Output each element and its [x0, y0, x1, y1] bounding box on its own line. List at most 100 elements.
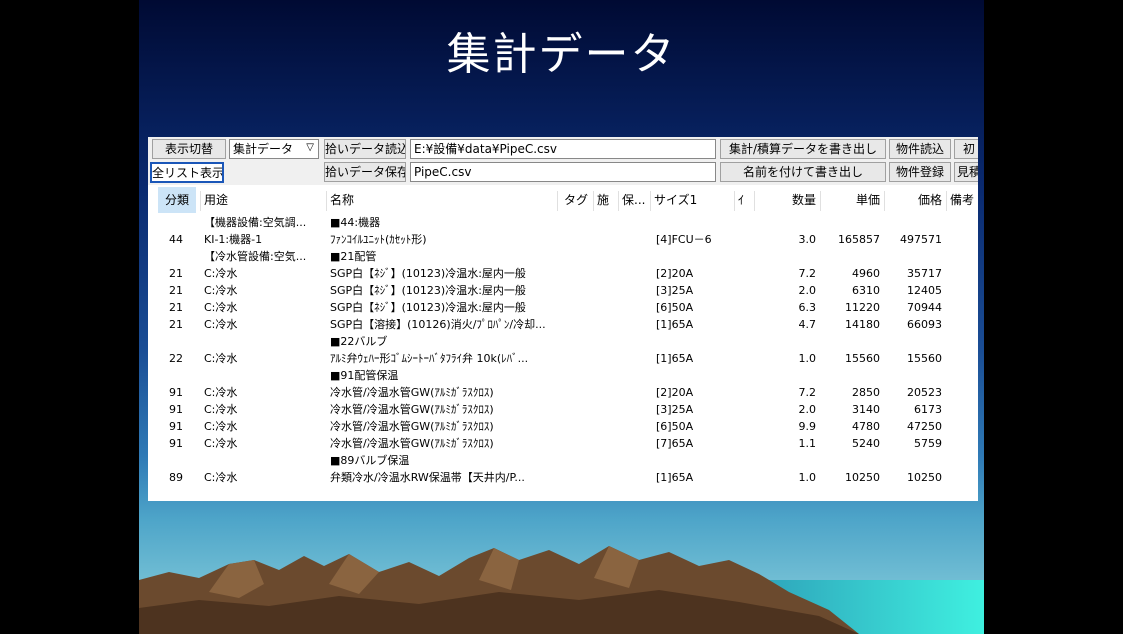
- table-row[interactable]: 91 C:冷水 冷水管/冷温水管GW(ｱﾙﾐｶﾞﾗｽｸﾛｽ) [6]50A 9.…: [148, 418, 978, 435]
- view-select[interactable]: 集計データ ▽: [229, 139, 319, 159]
- save-as-button[interactable]: 名前を付けて書き出し: [720, 162, 886, 182]
- cell-size: [3]25A: [656, 284, 694, 297]
- cell-use: C:冷水: [204, 318, 238, 331]
- cell-name: 冷水管/冷温水管GW(ｱﾙﾐｶﾞﾗｽｸﾛｽ): [330, 386, 494, 399]
- cell-category: 21: [169, 284, 183, 297]
- cell-unit-price: 10250: [845, 471, 880, 484]
- table-row[interactable]: 【冷水管設備:空気... ■21配管: [148, 248, 978, 265]
- estimate-button[interactable]: 見積: [954, 162, 978, 182]
- cell-use: [204, 452, 324, 469]
- property-register-button[interactable]: 物件登録: [889, 162, 951, 182]
- column-header-unit-price[interactable]: 単価: [822, 187, 880, 213]
- column-header-construction[interactable]: 施: [597, 187, 617, 213]
- table-row[interactable]: ■91配管保温: [148, 367, 978, 384]
- full-list-button[interactable]: 全リスト表示: [150, 162, 224, 183]
- write-data-button[interactable]: 集計/積算データを書き出し: [720, 139, 886, 159]
- table-row[interactable]: 21 C:冷水 SGP白【ﾈｼﾞ】(10123)冷温水:屋内一般 [3]25A …: [148, 282, 978, 299]
- column-header-tag[interactable]: タグ: [564, 187, 590, 213]
- column-divider[interactable]: [754, 191, 755, 211]
- table-row[interactable]: 21 C:冷水 SGP白【溶接】(10126)消火/ﾌﾟﾛﾊﾟﾝ/冷却... […: [148, 316, 978, 333]
- save-data-button[interactable]: 拾いデータ保存: [324, 162, 406, 182]
- cell-unit-price: 5240: [852, 437, 880, 450]
- cell-unit-price: [822, 248, 880, 265]
- column-header-notes[interactable]: 備考: [950, 187, 978, 213]
- column-header-extra[interactable]: ｲ: [738, 187, 748, 213]
- table-row[interactable]: 44 KI-1:機器-1 ﾌｧﾝｺｲﾙﾕﾆｯﾄ(ｶｾｯﾄ形) [4]FCU－6 …: [148, 231, 978, 248]
- cell-size: [2]20A: [656, 386, 694, 399]
- cell-price: 20523: [907, 386, 942, 399]
- column-header-name[interactable]: 名称: [330, 187, 550, 213]
- property-load-button[interactable]: 物件読込: [889, 139, 951, 159]
- cell-price: 35717: [907, 267, 942, 280]
- cell-category: 91: [169, 420, 183, 433]
- column-header-category[interactable]: 分類: [158, 187, 196, 213]
- cell-quantity: 6.3: [798, 301, 817, 314]
- cell-category: 21: [169, 267, 183, 280]
- column-header-quantity[interactable]: 数量: [758, 187, 816, 213]
- cell-price: 5759: [914, 437, 942, 450]
- cell-name: ■22バルブ: [330, 335, 388, 348]
- table-row[interactable]: 21 C:冷水 SGP白【ﾈｼﾞ】(10123)冷温水:屋内一般 [2]20A …: [148, 265, 978, 282]
- cell-size: [6]50A: [656, 420, 694, 433]
- table-row[interactable]: 91 C:冷水 冷水管/冷温水管GW(ｱﾙﾐｶﾞﾗｽｸﾛｽ) [7]65A 1.…: [148, 435, 978, 452]
- cell-quantity: 4.7: [798, 318, 817, 331]
- table-row[interactable]: 21 C:冷水 SGP白【ﾈｼﾞ】(10123)冷温水:屋内一般 [6]50A …: [148, 299, 978, 316]
- cell-quantity: 1.0: [798, 352, 817, 365]
- column-divider[interactable]: [650, 191, 651, 211]
- cell-use: [204, 333, 324, 350]
- chevron-down-icon: ▽: [306, 142, 314, 153]
- cell-quantity: 9.9: [798, 420, 817, 433]
- cell-unit-price: [822, 367, 880, 384]
- cell-size: [656, 248, 732, 265]
- cell-name: SGP白【ﾈｼﾞ】(10123)冷温水:屋内一般: [330, 284, 526, 297]
- load-path-field[interactable]: E:¥設備¥data¥PipeC.csv: [410, 139, 716, 159]
- cell-name: ■89バルブ保温: [330, 454, 410, 467]
- column-divider[interactable]: [884, 191, 885, 211]
- load-data-button[interactable]: 拾いデータ読込: [324, 139, 406, 159]
- cell-quantity: [758, 333, 816, 350]
- data-grid[interactable]: 分類 用途 名称 タグ 施 保... サイズ1 ｲ 数量 単価 価格 備考 【機…: [148, 187, 978, 501]
- column-header-insulation[interactable]: 保...: [622, 187, 650, 213]
- cell-name: SGP白【ﾈｼﾞ】(10123)冷温水:屋内一般: [330, 301, 526, 314]
- column-divider[interactable]: [734, 191, 735, 211]
- cell-category: 22: [169, 352, 183, 365]
- column-divider[interactable]: [200, 191, 201, 211]
- cell-unit-price: 11220: [845, 301, 880, 314]
- column-header-size1[interactable]: サイズ1: [654, 187, 730, 213]
- table-row[interactable]: 91 C:冷水 冷水管/冷温水管GW(ｱﾙﾐｶﾞﾗｽｸﾛｽ) [3]25A 2.…: [148, 401, 978, 418]
- column-divider[interactable]: [593, 191, 594, 211]
- init-button[interactable]: 初: [954, 139, 978, 159]
- column-header-price[interactable]: 価格: [886, 187, 942, 213]
- table-row[interactable]: 22 C:冷水 ｱﾙﾐ弁ｳｪﾊｰ形ｺﾞﾑｼｰﾄｰﾊﾞﾀﾌﾗｲ弁 10k(ﾚﾊﾞ.…: [148, 350, 978, 367]
- table-row[interactable]: ■89バルブ保温: [148, 452, 978, 469]
- cell-use: C:冷水: [204, 284, 238, 297]
- cell-quantity: 1.1: [798, 437, 817, 450]
- cell-quantity: [758, 214, 816, 231]
- cell-price: 10250: [907, 471, 942, 484]
- cell-size: [1]65A: [656, 471, 694, 484]
- table-row[interactable]: 89 C:冷水 弁類冷水/冷温水RW保温帯【天井内/P... [1]65A 1.…: [148, 469, 978, 486]
- cell-category: [158, 248, 194, 265]
- cell-price: 6173: [914, 403, 942, 416]
- column-divider[interactable]: [946, 191, 947, 211]
- column-divider[interactable]: [820, 191, 821, 211]
- column-divider[interactable]: [557, 191, 558, 211]
- table-row[interactable]: 91 C:冷水 冷水管/冷温水管GW(ｱﾙﾐｶﾞﾗｽｸﾛｽ) [2]20A 7.…: [148, 384, 978, 401]
- table-row[interactable]: ■22バルブ: [148, 333, 978, 350]
- cell-category: [158, 214, 194, 231]
- cell-category: 91: [169, 386, 183, 399]
- table-row[interactable]: 【機器設備:空気調... ■44:機器: [148, 214, 978, 231]
- cell-price: 12405: [907, 284, 942, 297]
- cell-quantity: 2.0: [798, 403, 817, 416]
- cell-quantity: 3.0: [798, 233, 817, 246]
- column-divider[interactable]: [618, 191, 619, 211]
- cell-size: [1]65A: [656, 352, 694, 365]
- mountain-scenery: [139, 546, 984, 634]
- cell-unit-price: 15560: [845, 352, 880, 365]
- save-name-field[interactable]: PipeC.csv: [410, 162, 716, 182]
- cell-quantity: 7.2: [798, 386, 817, 399]
- column-header-use[interactable]: 用途: [204, 187, 324, 213]
- display-toggle-button[interactable]: 表示切替: [152, 139, 226, 159]
- column-divider[interactable]: [326, 191, 327, 211]
- cell-name: SGP白【溶接】(10126)消火/ﾌﾟﾛﾊﾟﾝ/冷却...: [330, 318, 546, 331]
